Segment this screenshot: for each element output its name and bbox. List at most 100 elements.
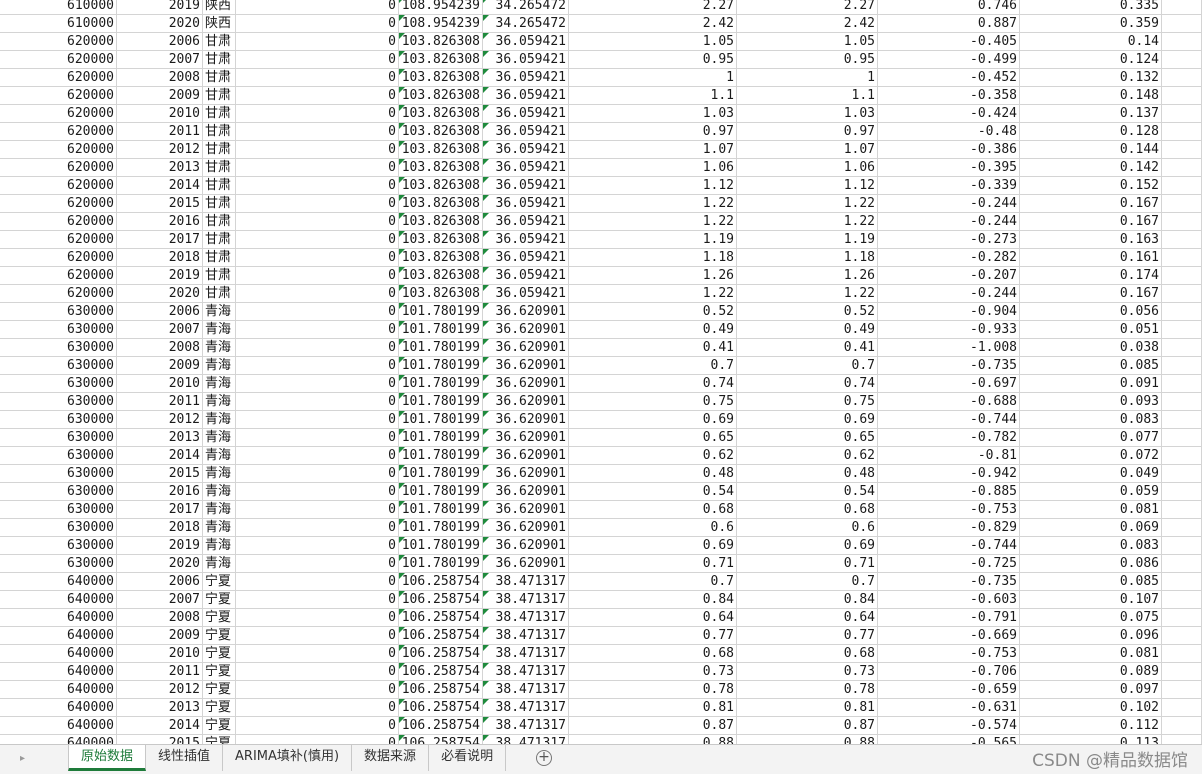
cell-value-c[interactable]: -0.829 (878, 519, 1020, 537)
cell-latitude[interactable]: 34.265472 (483, 0, 569, 15)
cell-value-b[interactable]: 0.74 (737, 375, 878, 393)
cell-region-code[interactable]: 620000 (0, 51, 117, 69)
cell-value-b[interactable]: 1.1 (737, 87, 878, 105)
cell-province[interactable]: 青海 (203, 393, 236, 411)
cell-value-c[interactable]: -0.753 (878, 501, 1020, 519)
cell-province[interactable]: 宁夏 (203, 573, 236, 591)
cell-year[interactable]: 2020 (117, 15, 203, 33)
cell-flag[interactable]: 0 (236, 357, 399, 375)
cell-value-c[interactable]: -0.933 (878, 321, 1020, 339)
cell-value-a[interactable]: 0.97 (569, 123, 737, 141)
cell-value-b[interactable]: 0.71 (737, 555, 878, 573)
cell-latitude[interactable]: 36.620901 (483, 519, 569, 537)
cell-region-code[interactable]: 630000 (0, 483, 117, 501)
cell-value-a[interactable]: 0.73 (569, 663, 737, 681)
cell-value-d[interactable]: 0.085 (1020, 573, 1162, 591)
cell-value-d[interactable]: 0.083 (1020, 411, 1162, 429)
cell-empty[interactable] (1162, 123, 1202, 141)
cell-longitude[interactable]: 103.826308 (399, 249, 483, 267)
cell-flag[interactable]: 0 (236, 105, 399, 123)
cell-latitude[interactable]: 36.620901 (483, 501, 569, 519)
cell-value-b[interactable]: 0.62 (737, 447, 878, 465)
cell-flag[interactable]: 0 (236, 249, 399, 267)
cell-longitude[interactable]: 103.826308 (399, 51, 483, 69)
cell-region-code[interactable]: 640000 (0, 699, 117, 717)
cell-value-a[interactable]: 0.62 (569, 447, 737, 465)
cell-latitude[interactable]: 36.620901 (483, 429, 569, 447)
cell-latitude[interactable]: 36.620901 (483, 303, 569, 321)
cell-value-c[interactable]: -0.904 (878, 303, 1020, 321)
cell-longitude[interactable]: 101.780199 (399, 393, 483, 411)
cell-empty[interactable] (1162, 699, 1202, 717)
cell-value-d[interactable]: 0.167 (1020, 195, 1162, 213)
sheet-tab-5[interactable]: 必看说明 (429, 745, 507, 771)
cell-year[interactable]: 2007 (117, 51, 203, 69)
cell-value-c[interactable]: -0.791 (878, 609, 1020, 627)
cell-province[interactable]: 青海 (203, 375, 236, 393)
cell-value-a[interactable]: 0.78 (569, 681, 737, 699)
cell-region-code[interactable]: 630000 (0, 501, 117, 519)
cell-empty[interactable] (1162, 681, 1202, 699)
sheet-tab-2[interactable]: 线性插值 (146, 745, 224, 771)
cell-province[interactable]: 青海 (203, 357, 236, 375)
cell-value-a[interactable]: 0.84 (569, 591, 737, 609)
cell-flag[interactable]: 0 (236, 51, 399, 69)
cell-value-b[interactable]: 1.19 (737, 231, 878, 249)
cell-flag[interactable]: 0 (236, 429, 399, 447)
cell-value-d[interactable]: 0.167 (1020, 213, 1162, 231)
cell-year[interactable]: 2010 (117, 105, 203, 123)
cell-latitude[interactable]: 36.059421 (483, 141, 569, 159)
cell-value-a[interactable]: 1.12 (569, 177, 737, 195)
cell-region-code[interactable]: 630000 (0, 555, 117, 573)
cell-region-code[interactable]: 620000 (0, 69, 117, 87)
cell-province[interactable]: 青海 (203, 555, 236, 573)
cell-value-a[interactable]: 0.64 (569, 609, 737, 627)
add-sheet-icon[interactable]: + (536, 750, 552, 766)
cell-flag[interactable]: 0 (236, 195, 399, 213)
cell-value-c[interactable]: -0.81 (878, 447, 1020, 465)
cell-year[interactable]: 2015 (117, 735, 203, 744)
sheet-tab-3[interactable]: ARIMA填补(慎用) (223, 745, 353, 771)
cell-flag[interactable]: 0 (236, 609, 399, 627)
cell-year[interactable]: 2011 (117, 123, 203, 141)
cell-region-code[interactable]: 620000 (0, 87, 117, 105)
cell-province[interactable]: 甘肃 (203, 51, 236, 69)
cell-value-b[interactable]: 2.42 (737, 15, 878, 33)
cell-latitude[interactable]: 38.471317 (483, 627, 569, 645)
cell-longitude[interactable]: 106.258754 (399, 663, 483, 681)
cell-longitude[interactable]: 103.826308 (399, 195, 483, 213)
cell-value-b[interactable]: 1.26 (737, 267, 878, 285)
cell-empty[interactable] (1162, 447, 1202, 465)
cell-value-d[interactable]: 0.069 (1020, 519, 1162, 537)
cell-value-d[interactable]: 0.081 (1020, 645, 1162, 663)
cell-region-code[interactable]: 630000 (0, 519, 117, 537)
cell-value-d[interactable]: 0.359 (1020, 15, 1162, 33)
cell-region-code[interactable]: 620000 (0, 285, 117, 303)
cell-latitude[interactable]: 36.059421 (483, 159, 569, 177)
cell-value-b[interactable]: 1.22 (737, 195, 878, 213)
cell-value-b[interactable]: 0.75 (737, 393, 878, 411)
cell-longitude[interactable]: 101.780199 (399, 447, 483, 465)
cell-latitude[interactable]: 38.471317 (483, 681, 569, 699)
cell-province[interactable]: 宁夏 (203, 735, 236, 744)
cell-value-b[interactable]: 0.6 (737, 519, 878, 537)
cell-year[interactable]: 2007 (117, 321, 203, 339)
cell-year[interactable]: 2007 (117, 591, 203, 609)
cell-year[interactable]: 2008 (117, 69, 203, 87)
cell-value-b[interactable]: 1.18 (737, 249, 878, 267)
cell-value-d[interactable]: 0.137 (1020, 105, 1162, 123)
cell-value-a[interactable]: 0.68 (569, 645, 737, 663)
cell-region-code[interactable]: 620000 (0, 105, 117, 123)
cell-value-c[interactable]: -0.669 (878, 627, 1020, 645)
cell-empty[interactable] (1162, 159, 1202, 177)
cell-value-b[interactable]: 0.84 (737, 591, 878, 609)
cell-value-b[interactable]: 1.03 (737, 105, 878, 123)
cell-flag[interactable]: 0 (236, 123, 399, 141)
cell-empty[interactable] (1162, 429, 1202, 447)
cell-empty[interactable] (1162, 411, 1202, 429)
cell-value-a[interactable]: 0.69 (569, 411, 737, 429)
cell-empty[interactable] (1162, 717, 1202, 735)
cell-value-d[interactable]: 0.059 (1020, 483, 1162, 501)
cell-value-a[interactable]: 0.88 (569, 735, 737, 744)
cell-year[interactable]: 2006 (117, 33, 203, 51)
